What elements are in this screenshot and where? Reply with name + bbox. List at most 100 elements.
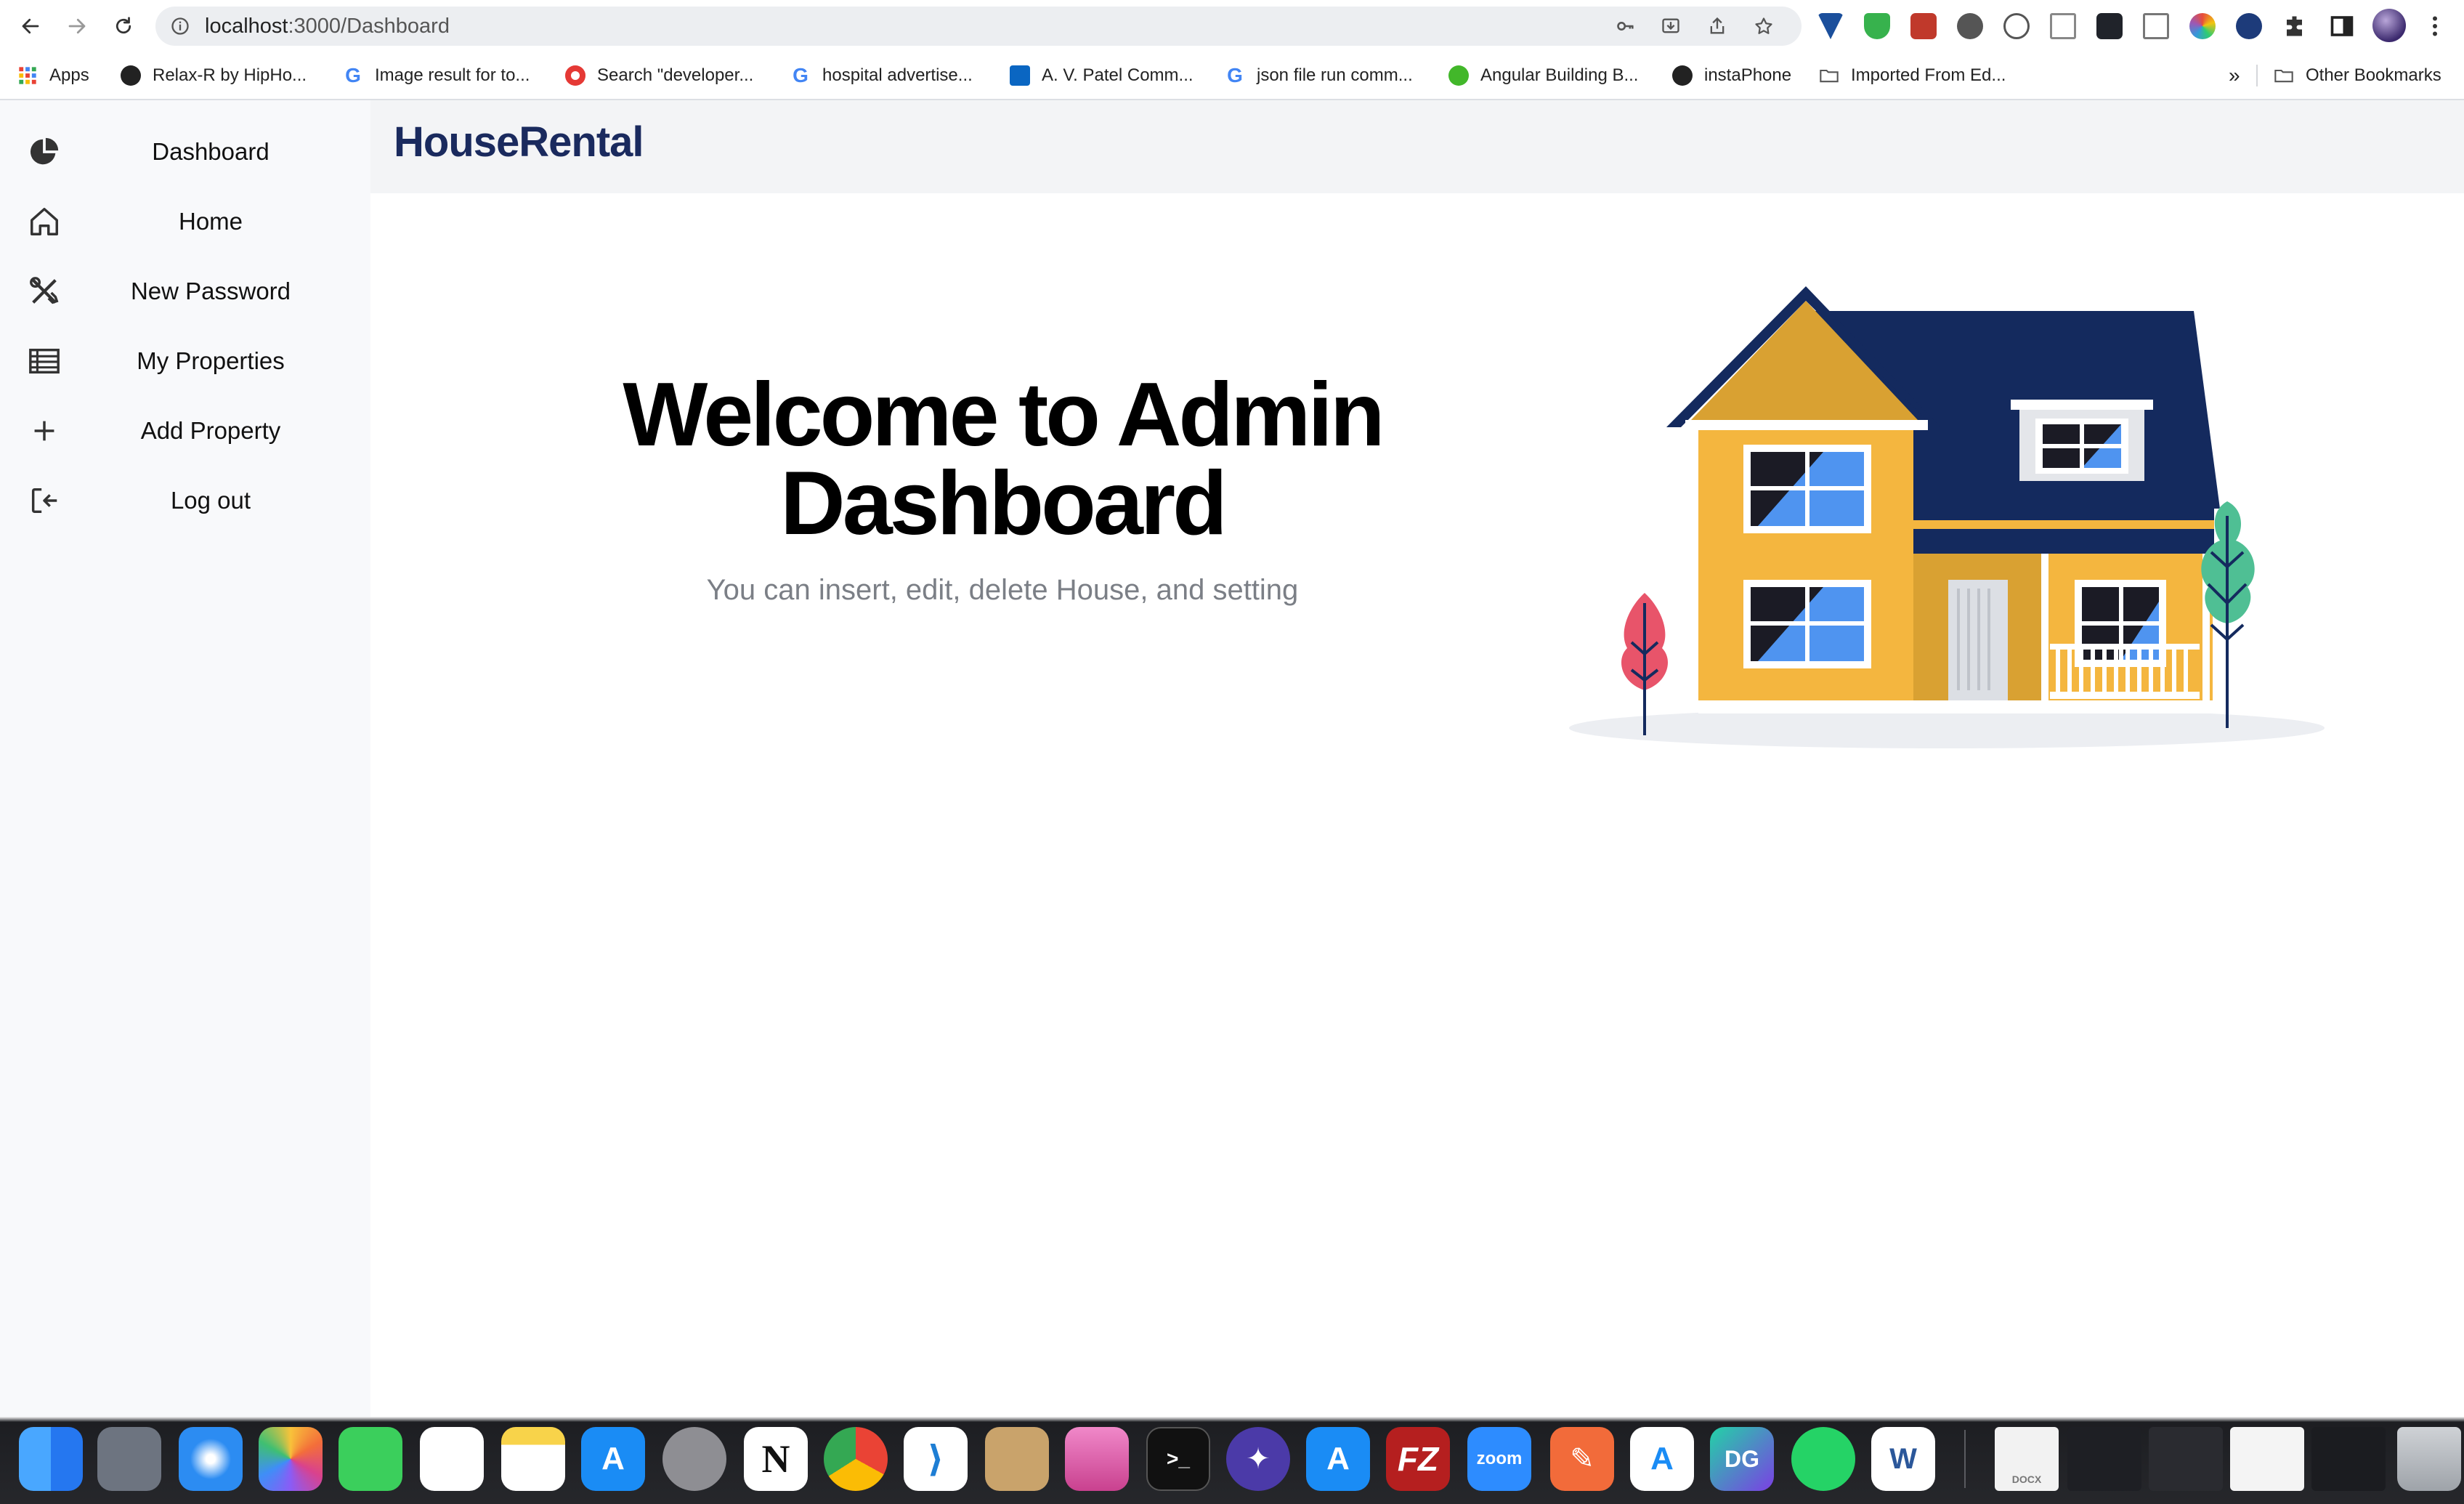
whatsapp-app-icon[interactable]	[1791, 1427, 1855, 1491]
clipboard-extension-icon[interactable]	[2143, 13, 2169, 39]
reload-button[interactable]	[106, 9, 141, 44]
bookmark-label: Apps	[49, 65, 89, 85]
sidebar-item-log-out[interactable]: Log out	[0, 468, 370, 533]
chrome-app-icon[interactable]	[824, 1427, 888, 1491]
datagrip-app-icon[interactable]: DG	[1710, 1427, 1774, 1491]
bookmark-search-developer[interactable]: Search "developer...	[565, 52, 753, 99]
check-extension-icon[interactable]	[2236, 13, 2262, 39]
filezilla-app-icon[interactable]: FZ	[1386, 1427, 1450, 1491]
sidebar-item-new-password[interactable]: New Password	[0, 259, 370, 324]
bookmarks-overflow-button[interactable]: »	[2229, 52, 2240, 99]
launchpad-app-icon[interactable]	[97, 1427, 161, 1491]
bookmarks-bar: Apps Relax-R by HipHo... G Image result …	[0, 52, 2464, 100]
bookmark-apps[interactable]: Apps	[17, 52, 89, 99]
react-devtools-icon[interactable]	[2096, 13, 2123, 39]
app-store-app-icon[interactable]: A	[581, 1427, 645, 1491]
minimized-window-3[interactable]	[2230, 1427, 2304, 1491]
colorzilla-extension-icon[interactable]	[1910, 13, 1937, 39]
bookmark-relax[interactable]: Relax-R by HipHo...	[121, 52, 307, 99]
notes-app-icon[interactable]	[501, 1427, 565, 1491]
back-button[interactable]	[13, 9, 48, 44]
porch-roof	[1910, 507, 2214, 520]
json-extension-icon[interactable]	[2003, 13, 2030, 39]
app-store-connect-app-icon[interactable]: A	[1630, 1427, 1694, 1491]
forward-button[interactable]	[60, 9, 94, 44]
photos-app-icon[interactable]	[259, 1427, 323, 1491]
brand-logo[interactable]: HouseRental	[394, 100, 644, 185]
minimized-window-4[interactable]	[2311, 1427, 2386, 1491]
google-icon: G	[1227, 64, 1243, 86]
back-arrow-icon	[22, 18, 39, 34]
profile-avatar[interactable]	[2372, 9, 2406, 42]
safari-app-icon[interactable]	[179, 1427, 243, 1491]
install-app-icon[interactable]	[1661, 16, 1681, 36]
info-icon[interactable]	[170, 16, 190, 36]
sidebar-item-label: Log out	[170, 487, 251, 514]
bookmark-angular[interactable]: Angular Building B...	[1448, 52, 1638, 99]
reminders-app-icon[interactable]	[420, 1427, 484, 1491]
bookmark-instaphone[interactable]: instaPhone	[1672, 52, 1791, 99]
reload-icon	[115, 17, 131, 34]
puzzle-extensions-icon[interactable]	[2282, 13, 2309, 39]
share-icon[interactable]	[1707, 16, 1727, 36]
notion-app-icon[interactable]: N	[744, 1427, 808, 1491]
bookmark-imported-folder[interactable]: Imported From Ed...	[1819, 52, 2006, 99]
finder-app-icon[interactable]	[19, 1427, 83, 1491]
bookmark-json[interactable]: G json file run comm...	[1225, 52, 1413, 99]
vpn-extension-icon[interactable]	[1817, 13, 1844, 39]
bookmark-label: instaPhone	[1704, 65, 1792, 85]
overflow-chevron: »	[2229, 64, 2240, 86]
siri-app-icon[interactable]: ✦	[1226, 1427, 1290, 1491]
robot-extension-icon[interactable]	[1957, 13, 1983, 39]
ground-shadow	[1569, 708, 2325, 748]
system-preferences-app-icon[interactable]	[662, 1427, 726, 1491]
address-bar[interactable]: localhost:3000/Dashboard	[155, 7, 1802, 46]
sidebar-item-label: Home	[178, 208, 243, 235]
bookmark-linkedin[interactable]: A. V. Patel Comm...	[1010, 52, 1194, 99]
house-illustration	[1569, 286, 2325, 748]
page-extension-icon[interactable]	[2050, 13, 2076, 39]
xcode-instruments-app-icon[interactable]: A	[1306, 1427, 1370, 1491]
side-panel-icon[interactable]	[2329, 13, 2355, 39]
facetime-app-icon[interactable]	[339, 1427, 402, 1491]
bookmark-star-icon[interactable]	[1754, 16, 1774, 36]
trash-icon[interactable]	[2397, 1427, 2461, 1491]
minimized-window-1[interactable]	[2067, 1427, 2141, 1491]
bolt-icon	[1448, 65, 1469, 86]
sidebar-item-label: My Properties	[137, 347, 285, 374]
docx-label: DOCX	[2011, 1473, 2042, 1485]
terminal-app-icon[interactable]: >_	[1146, 1427, 1210, 1491]
shield-extension-icon[interactable]	[1864, 13, 1890, 39]
folder-icon	[1820, 69, 1839, 83]
zoom-app-icon[interactable]: zoom	[1467, 1427, 1531, 1491]
color-picker-extension-icon[interactable]	[2189, 13, 2216, 39]
imovie-app-icon[interactable]	[1065, 1427, 1129, 1491]
url-text[interactable]: localhost:3000/Dashboard	[205, 7, 450, 46]
minimized-window-2[interactable]	[2149, 1427, 2223, 1491]
page-title: Welcome to Admin Dashboard	[545, 370, 1460, 549]
docx-file-icon[interactable]: DOCX	[1995, 1427, 2059, 1491]
bookmark-label: Other Bookmarks	[2306, 65, 2441, 85]
key-icon[interactable]	[1616, 16, 1636, 36]
sidebar-item-my-properties[interactable]: My Properties	[0, 328, 370, 394]
vscode-app-icon[interactable]: ⟩	[904, 1427, 968, 1491]
sidebar-item-add-property[interactable]: Add Property	[0, 398, 370, 464]
sidebar-item-dashboard[interactable]: Dashboard	[0, 119, 370, 185]
sidebar-item-home[interactable]: Home	[0, 189, 370, 254]
logout-icon	[31, 488, 57, 514]
bookmark-label: hospital advertise...	[822, 65, 973, 85]
apps-grid-icon	[19, 67, 36, 84]
plus-icon	[34, 421, 54, 441]
other-bookmarks-folder[interactable]: Other Bookmarks	[2256, 65, 2441, 86]
bookmark-image-result[interactable]: G Image result for to...	[343, 52, 530, 99]
word-label: W	[1889, 1442, 1917, 1475]
google-icon: G	[345, 64, 361, 86]
linkedin-icon	[1010, 65, 1030, 86]
postman-app-icon[interactable]: ✎	[1550, 1427, 1614, 1491]
word-app-icon[interactable]: W	[1871, 1427, 1935, 1491]
zoom-label: zoom	[1476, 1449, 1523, 1468]
bookmark-hospital[interactable]: G hospital advertise...	[790, 52, 973, 99]
archive-utility-app-icon[interactable]	[985, 1427, 1049, 1491]
table-icon	[29, 348, 60, 374]
menu-kebab-icon[interactable]	[2422, 13, 2448, 39]
